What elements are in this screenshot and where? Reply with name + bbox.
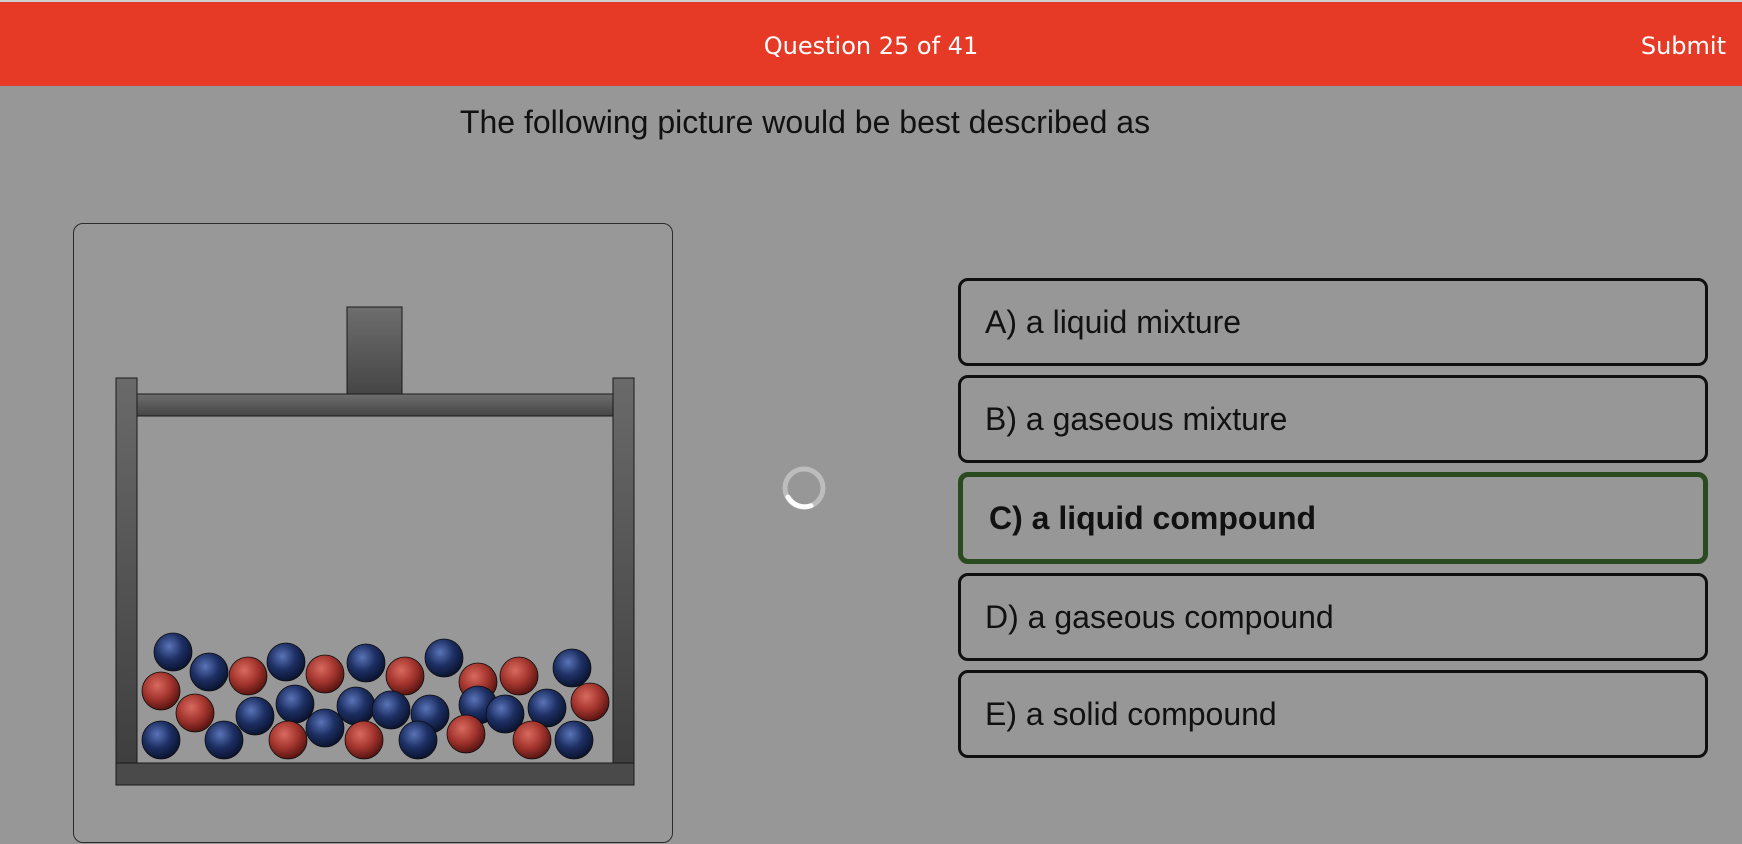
header-bar: Question 25 of 41 Submit (0, 0, 1742, 86)
red-particle (228, 656, 268, 696)
container-floor (115, 762, 635, 786)
blue-particle (552, 648, 592, 688)
option-c-label: C) a liquid compound (989, 499, 1317, 536)
option-d[interactable]: D) a gaseous compound (958, 573, 1708, 661)
blue-particle (305, 708, 345, 748)
red-particle (344, 720, 384, 760)
piston-plate (136, 393, 614, 417)
submit-button[interactable]: Submit (1641, 32, 1726, 60)
option-c[interactable]: C) a liquid compound (958, 472, 1708, 564)
blue-particle (141, 720, 181, 760)
blue-particle (424, 638, 464, 678)
red-particle (570, 682, 610, 722)
option-e-label: E) a solid compound (985, 695, 1277, 732)
red-particle (446, 714, 486, 754)
question-counter: Question 25 of 41 (763, 32, 979, 60)
piston-container-diagram (115, 306, 635, 786)
container-left-wall (115, 377, 138, 786)
blue-particle (371, 690, 411, 730)
option-a-label: A) a liquid mixture (985, 303, 1242, 340)
option-a[interactable]: A) a liquid mixture (958, 278, 1708, 366)
particles (141, 632, 610, 760)
spinner-icon (782, 466, 826, 510)
blue-particle (153, 632, 193, 672)
red-particle (305, 654, 345, 694)
blue-particle (235, 696, 275, 736)
red-particle (512, 720, 552, 760)
blue-particle (275, 684, 315, 724)
blue-particle (266, 642, 306, 682)
option-b-label: B) a gaseous mixture (985, 400, 1288, 437)
red-particle (175, 693, 215, 733)
container-right-wall (612, 377, 635, 786)
red-particle (141, 671, 181, 711)
question-figure (73, 223, 673, 843)
blue-particle (346, 643, 386, 683)
answer-options: A) a liquid mixture B) a gaseous mixture… (958, 278, 1708, 767)
blue-particle (554, 720, 594, 760)
option-b[interactable]: B) a gaseous mixture (958, 375, 1708, 463)
question-text: The following picture would be best desc… (459, 104, 1151, 140)
piston-stem (346, 306, 403, 396)
blue-particle (398, 720, 438, 760)
option-e[interactable]: E) a solid compound (958, 670, 1708, 758)
red-particle (268, 720, 308, 760)
red-particle (499, 656, 539, 696)
blue-particle (189, 652, 229, 692)
option-d-label: D) a gaseous compound (985, 598, 1334, 635)
red-particle (385, 656, 425, 696)
blue-particle (336, 686, 376, 726)
blue-particle (204, 720, 244, 760)
